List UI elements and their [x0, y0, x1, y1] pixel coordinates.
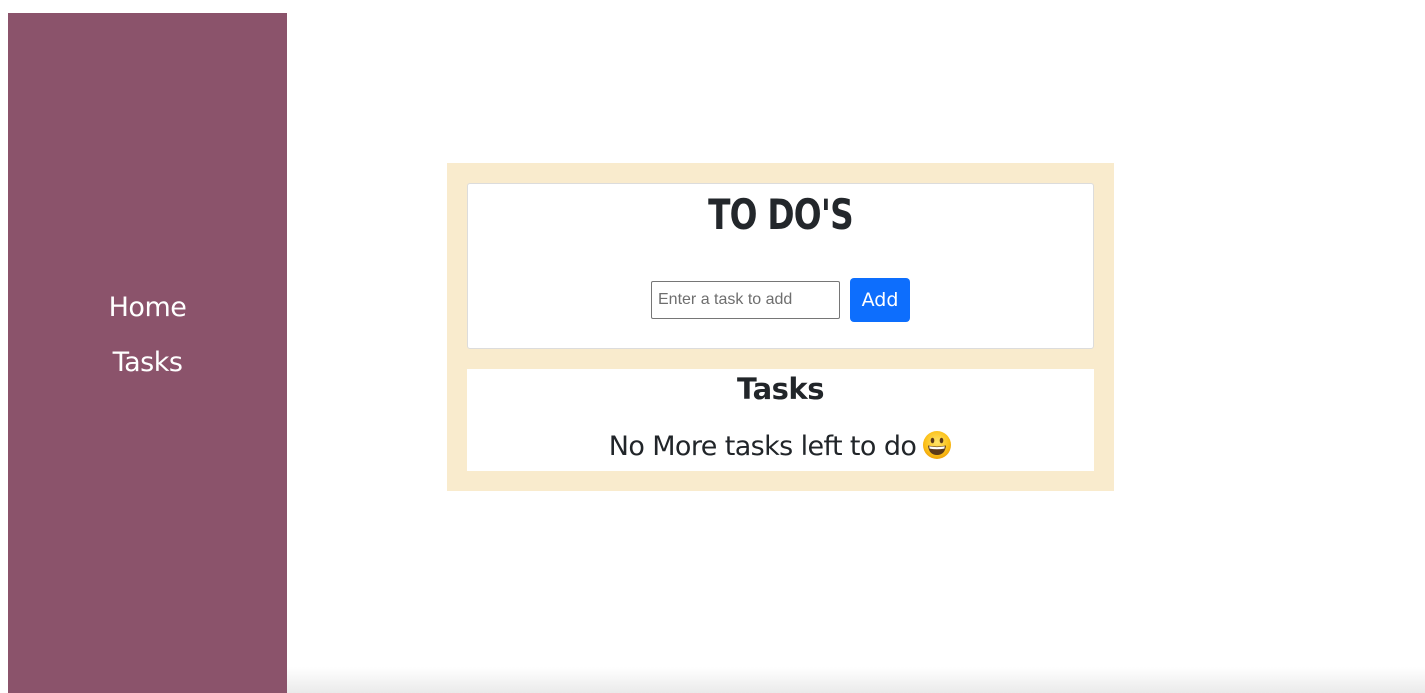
- sidebar: Home Tasks: [8, 13, 287, 693]
- grinning-face-icon: [922, 430, 952, 470]
- sidebar-item-home[interactable]: Home: [109, 280, 187, 335]
- page-title: TO DO'S: [708, 190, 854, 239]
- empty-message: No More tasks left to do: [608, 431, 917, 462]
- sidebar-item-tasks[interactable]: Tasks: [113, 335, 183, 390]
- add-task-card: TO DO'S Add: [467, 183, 1094, 349]
- add-task-row: Add: [468, 278, 1093, 322]
- tasks-card: Tasks No More tasks left to do: [467, 369, 1094, 471]
- task-input[interactable]: [651, 281, 840, 319]
- empty-state: No More tasks left to do: [467, 429, 1094, 470]
- tasks-heading: Tasks: [737, 372, 824, 406]
- add-button[interactable]: Add: [850, 278, 910, 322]
- bottom-shade: [287, 667, 1425, 693]
- page: Home Tasks TO DO'S Add Tasks No More tas…: [0, 0, 1425, 693]
- todo-panel: TO DO'S Add Tasks No More tasks left to …: [447, 163, 1114, 491]
